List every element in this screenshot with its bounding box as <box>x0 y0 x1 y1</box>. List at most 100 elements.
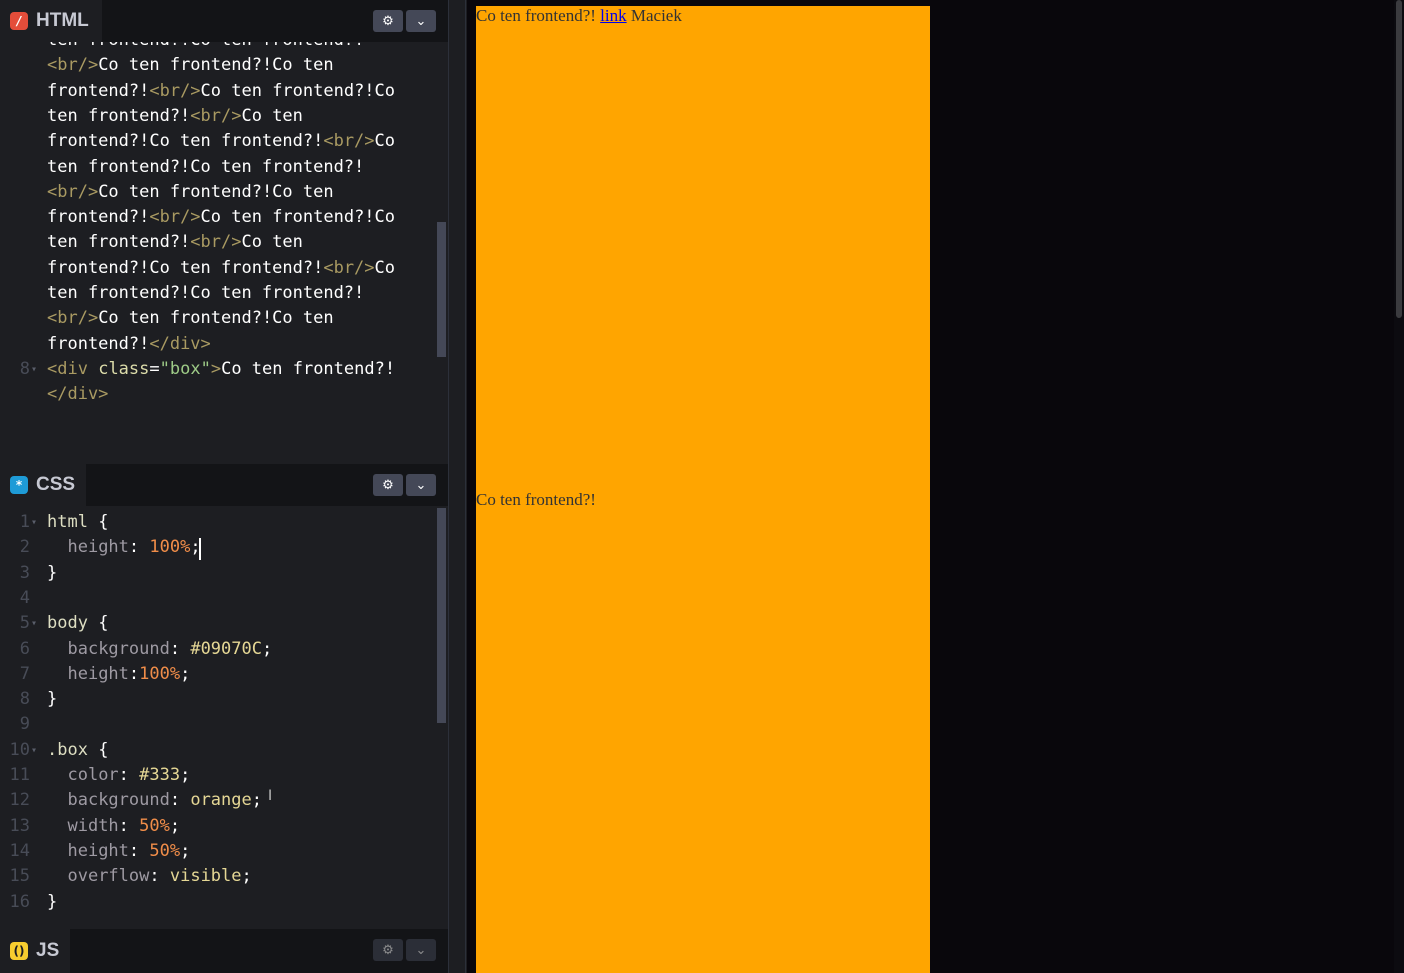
code-line[interactable]: 1 ▾ html { <box>0 510 436 535</box>
line-number: 4 <box>19 587 30 608</box>
preview-scrollbar[interactable] <box>1394 0 1404 973</box>
css-code-editor[interactable]: 1 ▾ html {2 height: 100%; 3} 4 5 ▾ body {6 back… <box>0 506 448 926</box>
fold-arrow-icon[interactable]: ▾ <box>31 738 37 763</box>
js-panel-title: JS <box>36 940 60 961</box>
code-line[interactable]: 2 height: 100%; <box>0 535 436 560</box>
line-number: 3 <box>19 562 30 583</box>
code-line[interactable]: </div> <box>0 382 436 407</box>
code-text: <br/>Co ten frontend?!Co ten <box>47 181 334 202</box>
tab-html[interactable]: / HTML <box>0 0 102 42</box>
html-collapse-button[interactable]: ⌄ <box>406 10 436 32</box>
html-editor-scrollbar[interactable] <box>436 42 447 462</box>
css-settings-button[interactable]: ⚙ <box>373 474 403 496</box>
line-number: 10 <box>9 739 30 760</box>
text-caret <box>199 538 201 560</box>
code-line[interactable]: 7 height:100%; <box>0 662 436 687</box>
code-line[interactable]: 8} <box>0 687 436 712</box>
code-line[interactable]: 13 width: 50%; <box>0 814 436 839</box>
code-line[interactable]: 9 <box>0 712 436 737</box>
code-line[interactable]: frontend?!<br/>Co ten frontend?!Co <box>0 205 436 230</box>
code-line[interactable]: 10 ▾ .box { <box>0 738 436 763</box>
code-line[interactable]: frontend?!</div> <box>0 332 436 357</box>
line-number: 12 <box>9 790 30 811</box>
css-panel-title: CSS <box>36 474 76 495</box>
line-number: 5 <box>19 613 30 634</box>
code-line[interactable]: <br/>Co ten frontend?!Co ten <box>0 53 436 78</box>
code-text: ten frontend?!Co ten frontend?! <box>47 42 364 53</box>
box-1-author: Maciek <box>630 6 682 25</box>
code-line[interactable]: 16} <box>0 890 436 915</box>
html-panel-title: HTML <box>36 10 89 31</box>
tab-js[interactable]: () JS <box>0 929 70 973</box>
code-line[interactable]: 8 ▾ <div class="box">Co ten frontend?! <box>0 357 436 382</box>
css-panel-header: * CSS ⚙ ⌄ <box>0 464 448 506</box>
box-1-link[interactable]: link <box>600 6 626 25</box>
code-line[interactable]: ten frontend?!<br/>Co ten <box>0 230 436 255</box>
code-text: <br/>Co ten frontend?!Co ten <box>47 308 334 329</box>
code-text: ten frontend?!Co ten frontend?! <box>47 156 365 177</box>
code-line[interactable]: frontend?!Co ten frontend?!<br/>Co <box>0 129 436 154</box>
code-line[interactable]: ten frontend?!<br/>Co ten <box>0 104 436 129</box>
code-text: width: 50%; <box>67 815 181 836</box>
line-number: 11 <box>9 765 30 785</box>
code-line[interactable]: <br/>Co ten frontend?!Co ten <box>0 180 436 205</box>
css-collapse-button[interactable]: ⌄ <box>406 474 436 496</box>
code-line[interactable]: <br/>Co ten frontend?!Co ten <box>0 306 436 331</box>
tab-css[interactable]: * CSS <box>0 464 86 506</box>
code-line[interactable]: ten frontend?!Co ten frontend?! <box>0 281 436 306</box>
code-text: ten frontend?!<br/>Co ten <box>47 105 303 126</box>
fold-arrow-icon[interactable]: ▾ <box>31 611 37 636</box>
line-number: 1 <box>19 512 30 532</box>
box-2-text: Co ten frontend?! <box>476 490 596 509</box>
js-collapse-button[interactable]: ⌄ <box>406 939 436 961</box>
line-number: 9 <box>19 714 30 735</box>
line-number: 2 <box>19 537 30 558</box>
resize-divider[interactable] <box>448 0 466 973</box>
html-settings-button[interactable]: ⚙ <box>373 10 403 32</box>
preview-pane: Co ten frontend?! link Maciek Co ten fro… <box>467 0 1404 973</box>
code-line[interactable]: frontend?!Co ten frontend?!<br/>Co <box>0 256 436 281</box>
code-line[interactable]: ten frontend?!Co ten frontend?! <box>0 155 436 180</box>
code-line[interactable]: 11 color: #333; <box>0 763 436 788</box>
code-text: .box { <box>47 739 109 760</box>
editor-column: / HTML ⚙ ⌄ ten frontend?!Co ten frontend… <box>0 0 448 973</box>
html-code-editor[interactable]: ten frontend?!Co ten frontend?! <br/>Co t… <box>0 42 448 462</box>
code-text: <div class="box">Co ten frontend?! <box>47 358 396 379</box>
code-line[interactable]: 3} <box>0 561 436 586</box>
code-line[interactable]: frontend?!<br/>Co ten frontend?!Co <box>0 79 436 104</box>
code-line[interactable]: 14 height: 50%; <box>0 839 436 864</box>
preview-scroll-thumb[interactable] <box>1396 0 1402 318</box>
fold-arrow-icon[interactable]: ▾ <box>31 357 37 382</box>
code-line[interactable]: 4 <box>0 586 436 611</box>
code-text: height: 50%; <box>67 840 191 861</box>
js-icon: () <box>10 942 28 960</box>
code-line[interactable]: 12 background: orange; <box>0 788 436 813</box>
js-settings-button[interactable]: ⚙ <box>373 939 403 961</box>
code-text: ten frontend?!<br/>Co ten <box>47 232 303 253</box>
code-text: html { <box>47 512 109 532</box>
box-2: Co ten frontend?! <box>476 490 930 973</box>
line-number: 8 <box>19 689 30 710</box>
text-cursor-icon: I <box>268 788 273 804</box>
code-line[interactable]: ten frontend?!Co ten frontend?! <box>0 42 436 53</box>
box-1-text: Co ten frontend?! <box>476 6 596 25</box>
gear-icon: ⚙ <box>382 13 394 29</box>
chevron-down-icon: ⌄ <box>415 942 427 958</box>
html-scroll-thumb[interactable] <box>437 222 446 357</box>
code-line[interactable]: 5 ▾ body { <box>0 611 436 636</box>
css-editor-scrollbar[interactable] <box>436 506 447 926</box>
code-text: color: #333; <box>67 765 191 785</box>
line-number: 16 <box>9 891 30 912</box>
code-line[interactable]: 15 overflow: visible; <box>0 864 436 889</box>
code-line[interactable]: 6 background: #09070C; <box>0 637 436 662</box>
line-number: 15 <box>9 866 30 887</box>
chevron-down-icon: ⌄ <box>415 13 427 29</box>
code-text: height: 100%; <box>67 537 201 558</box>
html-panel-header: / HTML ⚙ ⌄ <box>0 0 448 42</box>
fold-arrow-icon[interactable]: ▾ <box>31 510 37 535</box>
box-1: Co ten frontend?! link Maciek <box>476 6 930 490</box>
code-text: frontend?!</div> <box>47 333 211 354</box>
code-text: ten frontend?!Co ten frontend?! <box>47 283 365 303</box>
css-scroll-thumb[interactable] <box>437 508 446 723</box>
code-text: overflow: visible; <box>67 866 252 887</box>
